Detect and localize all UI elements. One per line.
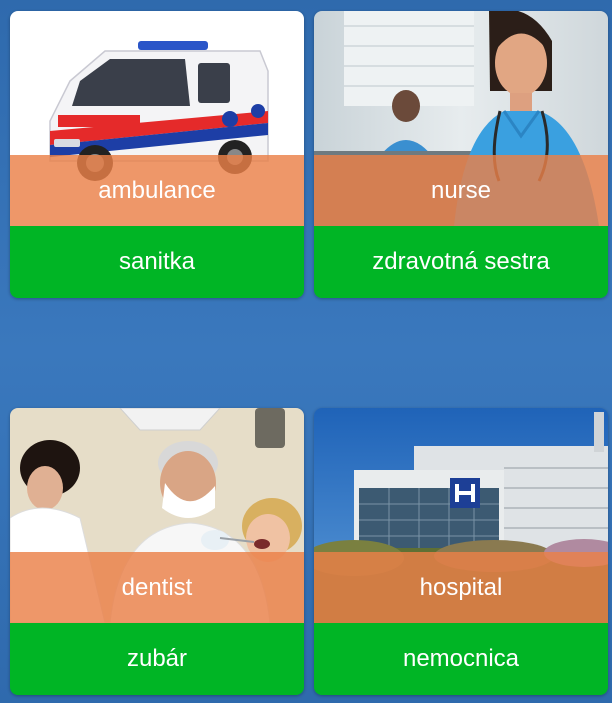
english-word: dentist (10, 552, 304, 623)
english-word: nurse (314, 155, 608, 226)
flashcard-ambulance[interactable]: ambulance sanitka (10, 11, 304, 298)
translation-word: sanitka (10, 226, 304, 298)
flashcard-hospital[interactable]: hospital nemocnica (314, 408, 608, 695)
flashcard-dentist[interactable]: dentist zubár (10, 408, 304, 695)
flashcard-nurse[interactable]: nurse zdravotná sestra (314, 11, 608, 298)
english-word: hospital (314, 552, 608, 623)
translation-word: zubár (10, 623, 304, 695)
translation-word: zdravotná sestra (314, 226, 608, 298)
english-word: ambulance (10, 155, 304, 226)
translation-word: nemocnica (314, 623, 608, 695)
